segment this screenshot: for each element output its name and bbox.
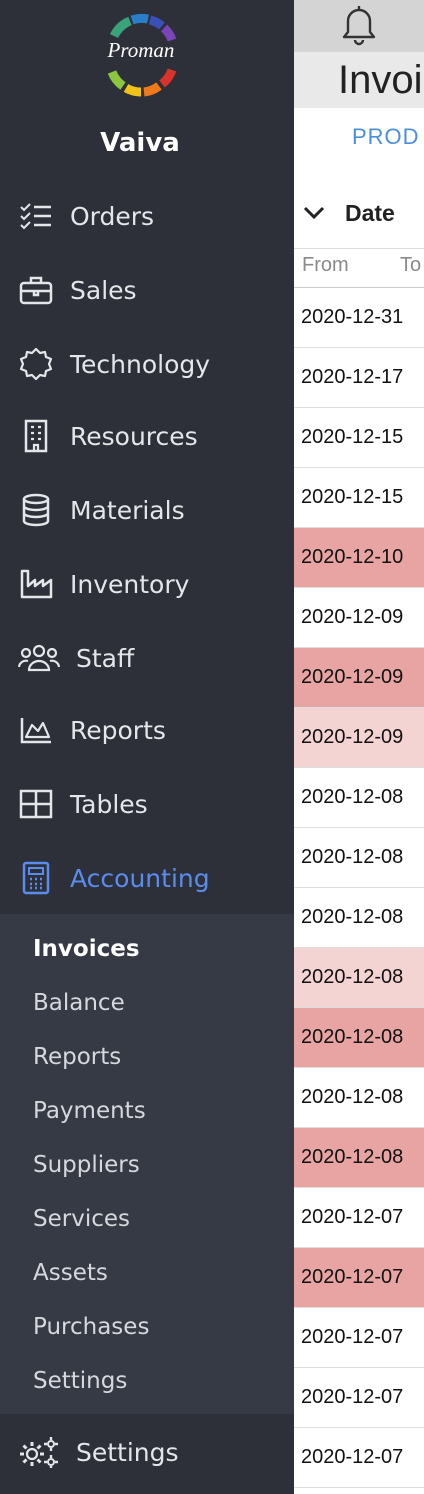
nav-label: Materials	[70, 495, 185, 525]
users-icon	[18, 640, 60, 676]
nav-label: Settings	[76, 1437, 179, 1467]
nav-item-staff[interactable]: Staff	[0, 628, 294, 688]
submenu-services[interactable]: Services	[33, 1206, 130, 1232]
submenu-payments[interactable]: Payments	[33, 1098, 146, 1124]
table-row[interactable]: 2020-12-09	[294, 648, 424, 708]
date-cell: 2020-12-10	[301, 546, 404, 568]
chevron-down-icon[interactable]	[302, 204, 326, 222]
date-cell: 2020-12-07	[301, 1326, 404, 1348]
nav-item-reports[interactable]: Reports	[0, 700, 294, 760]
date-cell: 2020-12-15	[301, 426, 404, 448]
table-row[interactable]: 2020-12-09	[294, 588, 424, 648]
nav-label: Staff	[76, 643, 135, 673]
nav-label: Tables	[70, 789, 148, 819]
nav-label: Reports	[70, 715, 166, 745]
nav-item-technology[interactable]: Technology	[0, 334, 294, 394]
tab-prod[interactable]: PROD	[352, 124, 420, 150]
table-row[interactable]: 2020-12-10	[294, 528, 424, 588]
date-cell: 2020-12-17	[301, 366, 404, 388]
nav-label: Accounting	[70, 863, 210, 893]
submenu-balance[interactable]: Balance	[33, 990, 125, 1016]
main-content: Invoi PROD Date From To 2020-12-31 2020-1…	[294, 0, 424, 1494]
bell-icon[interactable]	[338, 2, 380, 46]
gears-icon	[18, 1434, 60, 1470]
nav-label: Sales	[70, 275, 137, 305]
nav-item-tables[interactable]: Tables	[0, 774, 294, 834]
nav-item-orders[interactable]: Orders	[0, 186, 294, 246]
date-cell: 2020-12-07	[301, 1386, 404, 1408]
date-cell: 2020-12-09	[301, 606, 404, 628]
date-cell: 2020-12-08	[301, 1146, 404, 1168]
table-row[interactable]: 2020-12-08	[294, 1008, 424, 1068]
date-cell: 2020-12-07	[301, 1446, 404, 1468]
nav-label: Orders	[70, 201, 155, 231]
submenu-assets[interactable]: Assets	[33, 1260, 108, 1286]
table-row[interactable]: 2020-12-09	[294, 708, 424, 768]
table-row[interactable]: 2020-12-07	[294, 1188, 424, 1248]
accounting-submenu: Invoices Balance Reports Payments Suppli…	[0, 914, 294, 1414]
page-title: Invoi	[338, 58, 423, 102]
table-row[interactable]: 2020-12-07	[294, 1368, 424, 1428]
date-cell: 2020-12-08	[301, 966, 404, 988]
table-row[interactable]: 2020-12-08	[294, 948, 424, 1008]
table-icon	[18, 786, 54, 822]
date-cell: 2020-12-15	[301, 486, 404, 508]
table-row[interactable]: 2020-12-15	[294, 408, 424, 468]
date-cell: 2020-12-09	[301, 666, 404, 688]
table-row[interactable]: 2020-12-17	[294, 348, 424, 408]
user-name: Vaiva	[100, 128, 180, 158]
briefcase-icon	[18, 272, 54, 308]
table-row[interactable]: 2020-12-31	[294, 288, 424, 348]
date-cell: 2020-12-08	[301, 786, 404, 808]
nav-item-inventory[interactable]: Inventory	[0, 554, 294, 614]
area-chart-icon	[18, 712, 54, 748]
nav-label: Technology	[70, 349, 211, 379]
sidebar: Proman Vaiva Orders Sales Technology Res…	[0, 0, 294, 1494]
table-row[interactable]: 2020-12-08	[294, 888, 424, 948]
date-cell: 2020-12-31	[301, 306, 404, 328]
orders-list-icon	[18, 198, 54, 234]
table-row[interactable]: 2020-12-15	[294, 468, 424, 528]
submenu-invoices[interactable]: Invoices	[33, 936, 140, 962]
date-cell: 2020-12-07	[301, 1266, 404, 1288]
nav-label: Inventory	[70, 569, 190, 599]
table-row[interactable]: 2020-12-08	[294, 1068, 424, 1128]
table-row[interactable]: 2020-12-07	[294, 1308, 424, 1368]
date-to-filter[interactable]: To	[400, 254, 421, 277]
date-cell: 2020-12-08	[301, 906, 404, 928]
gear-outline-icon	[18, 346, 54, 382]
date-cell: 2020-12-08	[301, 1026, 404, 1048]
date-column-header[interactable]: Date	[345, 200, 395, 227]
date-cell: 2020-12-08	[301, 846, 404, 868]
building-icon	[18, 418, 54, 454]
table-row[interactable]: 2020-12-08	[294, 828, 424, 888]
nav-item-resources[interactable]: Resources	[0, 406, 294, 466]
nav-item-accounting[interactable]: Accounting	[0, 848, 294, 908]
database-icon	[18, 492, 54, 528]
nav-item-settings[interactable]: Settings	[0, 1422, 294, 1482]
submenu-settings[interactable]: Settings	[33, 1368, 127, 1394]
date-cell: 2020-12-07	[301, 1206, 404, 1228]
logo-text: Proman	[107, 38, 175, 62]
nav-item-materials[interactable]: Materials	[0, 480, 294, 540]
table-row[interactable]: 2020-12-07	[294, 1248, 424, 1308]
date-cell: 2020-12-09	[301, 726, 404, 748]
date-from-filter[interactable]: From	[302, 254, 349, 277]
nav-item-sales[interactable]: Sales	[0, 260, 294, 320]
table-row[interactable]: 2020-12-07	[294, 1428, 424, 1488]
submenu-purchases[interactable]: Purchases	[33, 1314, 149, 1340]
nav-label: Resources	[70, 421, 198, 451]
submenu-suppliers[interactable]: Suppliers	[33, 1152, 140, 1178]
date-cell: 2020-12-08	[301, 1086, 404, 1108]
table-row[interactable]: 2020-12-08	[294, 1128, 424, 1188]
proman-logo[interactable]: Proman	[96, 8, 186, 100]
calculator-icon	[18, 860, 54, 896]
submenu-reports[interactable]: Reports	[33, 1044, 121, 1070]
table-row[interactable]: 2020-12-08	[294, 768, 424, 828]
factory-icon	[18, 566, 54, 602]
